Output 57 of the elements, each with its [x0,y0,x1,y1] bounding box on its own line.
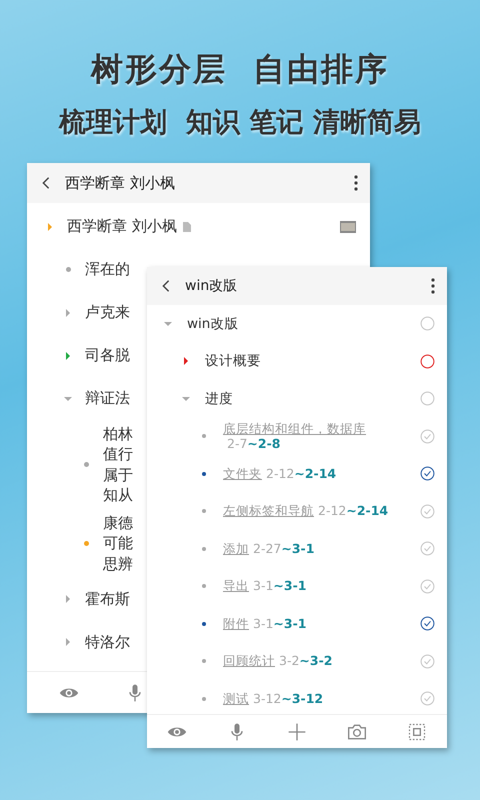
start-date: 3-1 [253,578,274,594]
plus-icon[interactable] [287,722,307,742]
node-title[interactable]: 西学断章 刘小枫 [67,216,177,237]
more-icon[interactable] [354,175,358,191]
start-date: 2-12 [266,466,294,481]
note-line: 康德 [103,513,133,534]
note-line: 思辨 [103,554,133,574]
start-date: 2-27 [253,540,282,556]
start-date: 3-12 [253,690,282,706]
note-line: 柏林 [103,424,133,444]
start-date: 3-1 [253,616,274,631]
collapsed-arrow-icon[interactable] [181,356,191,366]
collapsed-arrow-icon[interactable] [63,308,73,318]
more-icon[interactable] [431,278,435,294]
checked-circle-icon[interactable] [420,654,435,669]
start-date: 2-7 [227,436,248,452]
start-date: 2-12 [318,503,346,518]
checked-circle-icon[interactable] [420,428,435,444]
node-title[interactable]: 辩证法 [85,388,130,409]
end-date: ~3-1 [273,578,306,594]
checked-circle-icon[interactable] [420,616,435,632]
end-date: ~3-2 [299,653,332,668]
empty-circle-icon[interactable] [420,354,435,369]
node-title[interactable]: 霍布斯 [85,589,130,610]
checked-circle-icon[interactable] [420,578,435,594]
checked-circle-icon[interactable] [420,541,435,556]
window-title: win改版 [185,277,238,295]
note-line: 值行 [103,444,133,464]
note-line: 浑在的 [85,259,130,280]
headline: 树形分层 自由排序 [89,49,390,90]
window-title: 西学断章 刘小枫 [65,174,176,192]
collapsed-arrow-icon[interactable] [63,637,73,648]
end-date: ~2-14 [346,503,388,518]
collapsed-arrow-icon[interactable] [63,350,73,360]
note-line: 知从 [103,484,133,505]
collapsed-arrow-icon[interactable] [63,594,73,604]
node-title[interactable]: 进度 [205,390,412,408]
end-date: ~3-12 [281,690,324,706]
collapsed-arrow-icon[interactable] [45,222,55,232]
note-line: 属于 [103,464,133,485]
note-line: 可能 [103,533,133,554]
crop-frame-icon[interactable] [407,722,427,742]
start-date: 3-2 [279,653,300,668]
node-title[interactable]: 司各脱 [85,345,130,366]
node-title[interactable]: 特洛尔 [85,632,130,652]
checked-circle-icon[interactable] [420,466,435,482]
node-title[interactable]: win改版 [187,314,412,333]
end-date: ~2-8 [247,436,280,452]
node-title[interactable]: 设计概要 [205,352,412,370]
checked-circle-icon[interactable] [420,691,435,706]
node-title[interactable]: 卢克来 [85,302,130,323]
camera-icon[interactable] [347,722,367,742]
end-date: ~2-14 [294,466,336,481]
end-date: ~3-1 [273,616,306,631]
subheadline: 梳理计划 知识 笔记 清晰简易 [58,106,422,140]
end-date: ~3-1 [281,540,314,556]
checked-circle-icon[interactable] [420,504,435,519]
